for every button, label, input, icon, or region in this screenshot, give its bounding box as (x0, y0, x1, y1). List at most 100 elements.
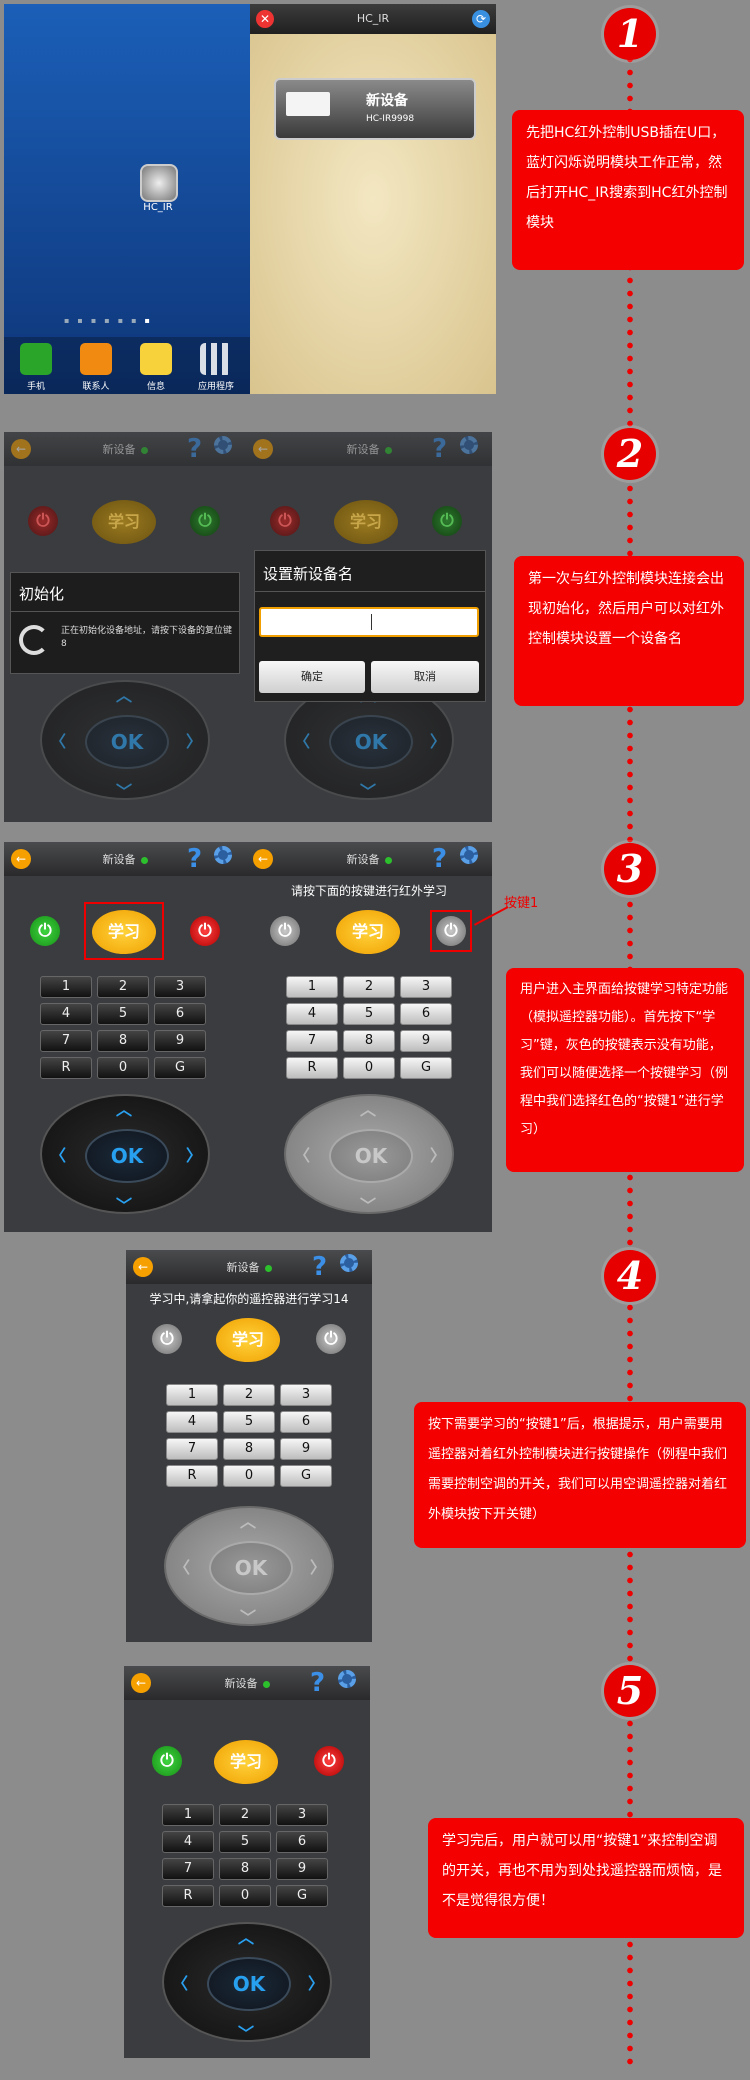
left-arrow-icon[interactable]: 〈 (172, 1970, 188, 1994)
key-1[interactable]: 1 (166, 1384, 218, 1406)
key-5[interactable]: 5 (223, 1411, 275, 1433)
up-arrow-icon[interactable]: ︿ (240, 1508, 256, 1532)
key-4[interactable]: 4 (286, 1003, 338, 1025)
right-arrow-icon[interactable]: 〉 (430, 1142, 446, 1166)
key-7[interactable]: 7 (162, 1858, 214, 1880)
power-button-red[interactable]: ⏻ (270, 506, 300, 536)
key-9[interactable]: 9 (276, 1858, 328, 1880)
key-9[interactable]: 9 (400, 1030, 452, 1052)
key-6[interactable]: 6 (400, 1003, 452, 1025)
refresh-icon[interactable]: ⟳ (472, 10, 490, 28)
key-9[interactable]: 9 (280, 1438, 332, 1460)
down-arrow-icon[interactable]: ﹀ (238, 2020, 254, 2044)
up-arrow-icon[interactable]: ︿ (116, 1096, 132, 1120)
key-4[interactable]: 4 (162, 1831, 214, 1853)
key-0[interactable]: 0 (343, 1057, 395, 1079)
ok-button[interactable]: OK (329, 1129, 413, 1183)
down-arrow-icon[interactable]: ﹀ (116, 778, 132, 802)
key-2[interactable]: 2 (219, 1804, 271, 1826)
gear-icon[interactable] (340, 1254, 358, 1272)
learn-button[interactable]: 学习 (334, 500, 398, 544)
gear-icon[interactable] (214, 436, 232, 454)
key-r[interactable]: R (162, 1885, 214, 1907)
key-1[interactable]: 1 (286, 976, 338, 998)
help-icon[interactable]: ? (432, 844, 447, 874)
ok-button[interactable]: OK (209, 1541, 293, 1595)
gear-icon[interactable] (338, 1670, 356, 1688)
up-arrow-icon[interactable]: ︿ (360, 1096, 376, 1120)
left-arrow-icon[interactable]: 〈 (50, 728, 66, 752)
learn-button[interactable]: 学习 (214, 1740, 278, 1784)
key-3[interactable]: 3 (276, 1804, 328, 1826)
key-5[interactable]: 5 (219, 1831, 271, 1853)
contacts-icon[interactable] (80, 343, 112, 375)
key-1[interactable]: 1 (40, 976, 92, 998)
key-g[interactable]: G (280, 1465, 332, 1487)
key-g[interactable]: G (276, 1885, 328, 1907)
device-name-input[interactable] (259, 607, 479, 637)
key-g[interactable]: G (400, 1057, 452, 1079)
key-0[interactable]: 0 (223, 1465, 275, 1487)
help-icon[interactable]: ? (187, 434, 202, 464)
left-arrow-icon[interactable]: 〈 (294, 728, 310, 752)
key-7[interactable]: 7 (286, 1030, 338, 1052)
ok-button[interactable]: OK (329, 715, 413, 769)
ok-button[interactable]: OK (85, 715, 169, 769)
dpad[interactable]: OK ︿ ﹀ 〈 〉 (164, 1506, 334, 1628)
down-arrow-icon[interactable]: ﹀ (116, 1192, 132, 1216)
key-7[interactable]: 7 (40, 1030, 92, 1052)
key1-power-button-red[interactable]: ⏻ (314, 1746, 344, 1776)
gear-icon[interactable] (460, 846, 478, 864)
down-arrow-icon[interactable]: ﹀ (240, 1604, 256, 1628)
right-arrow-icon[interactable]: 〉 (310, 1554, 326, 1578)
messages-icon[interactable] (140, 343, 172, 375)
phone-icon[interactable] (20, 343, 52, 375)
learn-button[interactable]: 学习 (216, 1318, 280, 1362)
key-8[interactable]: 8 (343, 1030, 395, 1052)
key-1[interactable]: 1 (162, 1804, 214, 1826)
key-3[interactable]: 3 (400, 976, 452, 998)
key-r[interactable]: R (166, 1465, 218, 1487)
key-2[interactable]: 2 (223, 1384, 275, 1406)
key-9[interactable]: 9 (154, 1030, 206, 1052)
up-arrow-icon[interactable]: ︿ (116, 682, 132, 706)
learn-button[interactable]: 学习 (336, 910, 400, 954)
help-icon[interactable]: ? (310, 1668, 325, 1698)
ok-button[interactable]: OK (85, 1129, 169, 1183)
key-4[interactable]: 4 (166, 1411, 218, 1433)
key-2[interactable]: 2 (343, 976, 395, 998)
dpad[interactable]: OK ︿ ﹀ 〈 〉 (40, 1094, 210, 1216)
key-0[interactable]: 0 (97, 1057, 149, 1079)
key-7[interactable]: 7 (166, 1438, 218, 1460)
key-2[interactable]: 2 (97, 976, 149, 998)
dpad[interactable]: OK ︿ ﹀ 〈 〉 (162, 1922, 332, 2044)
help-icon[interactable]: ? (187, 844, 202, 874)
power-button-red[interactable]: ⏻ (28, 506, 58, 536)
key-3[interactable]: 3 (154, 976, 206, 998)
power-button-green[interactable]: ⏻ (190, 506, 220, 536)
help-icon[interactable]: ? (312, 1252, 327, 1282)
down-arrow-icon[interactable]: ﹀ (360, 778, 376, 802)
right-arrow-icon[interactable]: 〉 (186, 728, 202, 752)
key-8[interactable]: 8 (223, 1438, 275, 1460)
key-8[interactable]: 8 (219, 1858, 271, 1880)
down-arrow-icon[interactable]: ﹀ (360, 1192, 376, 1216)
power-button-gray-right[interactable]: ⏻ (316, 1324, 346, 1354)
key-r[interactable]: R (40, 1057, 92, 1079)
right-arrow-icon[interactable]: 〉 (430, 728, 446, 752)
ok-button[interactable]: OK (207, 1957, 291, 2011)
gear-icon[interactable] (460, 436, 478, 454)
power-button-gray[interactable]: ⏻ (270, 916, 300, 946)
power-button-red[interactable]: ⏻ (190, 916, 220, 946)
key-4[interactable]: 4 (40, 1003, 92, 1025)
key-5[interactable]: 5 (343, 1003, 395, 1025)
learn-button[interactable]: 学习 (92, 500, 156, 544)
gear-icon[interactable] (214, 846, 232, 864)
key-8[interactable]: 8 (97, 1030, 149, 1052)
power-button-green[interactable]: ⏻ (432, 506, 462, 536)
key-6[interactable]: 6 (154, 1003, 206, 1025)
key-g[interactable]: G (154, 1057, 206, 1079)
power-button-gray[interactable]: ⏻ (152, 1324, 182, 1354)
left-arrow-icon[interactable]: 〈 (294, 1142, 310, 1166)
apps-grid-icon[interactable] (200, 343, 232, 375)
